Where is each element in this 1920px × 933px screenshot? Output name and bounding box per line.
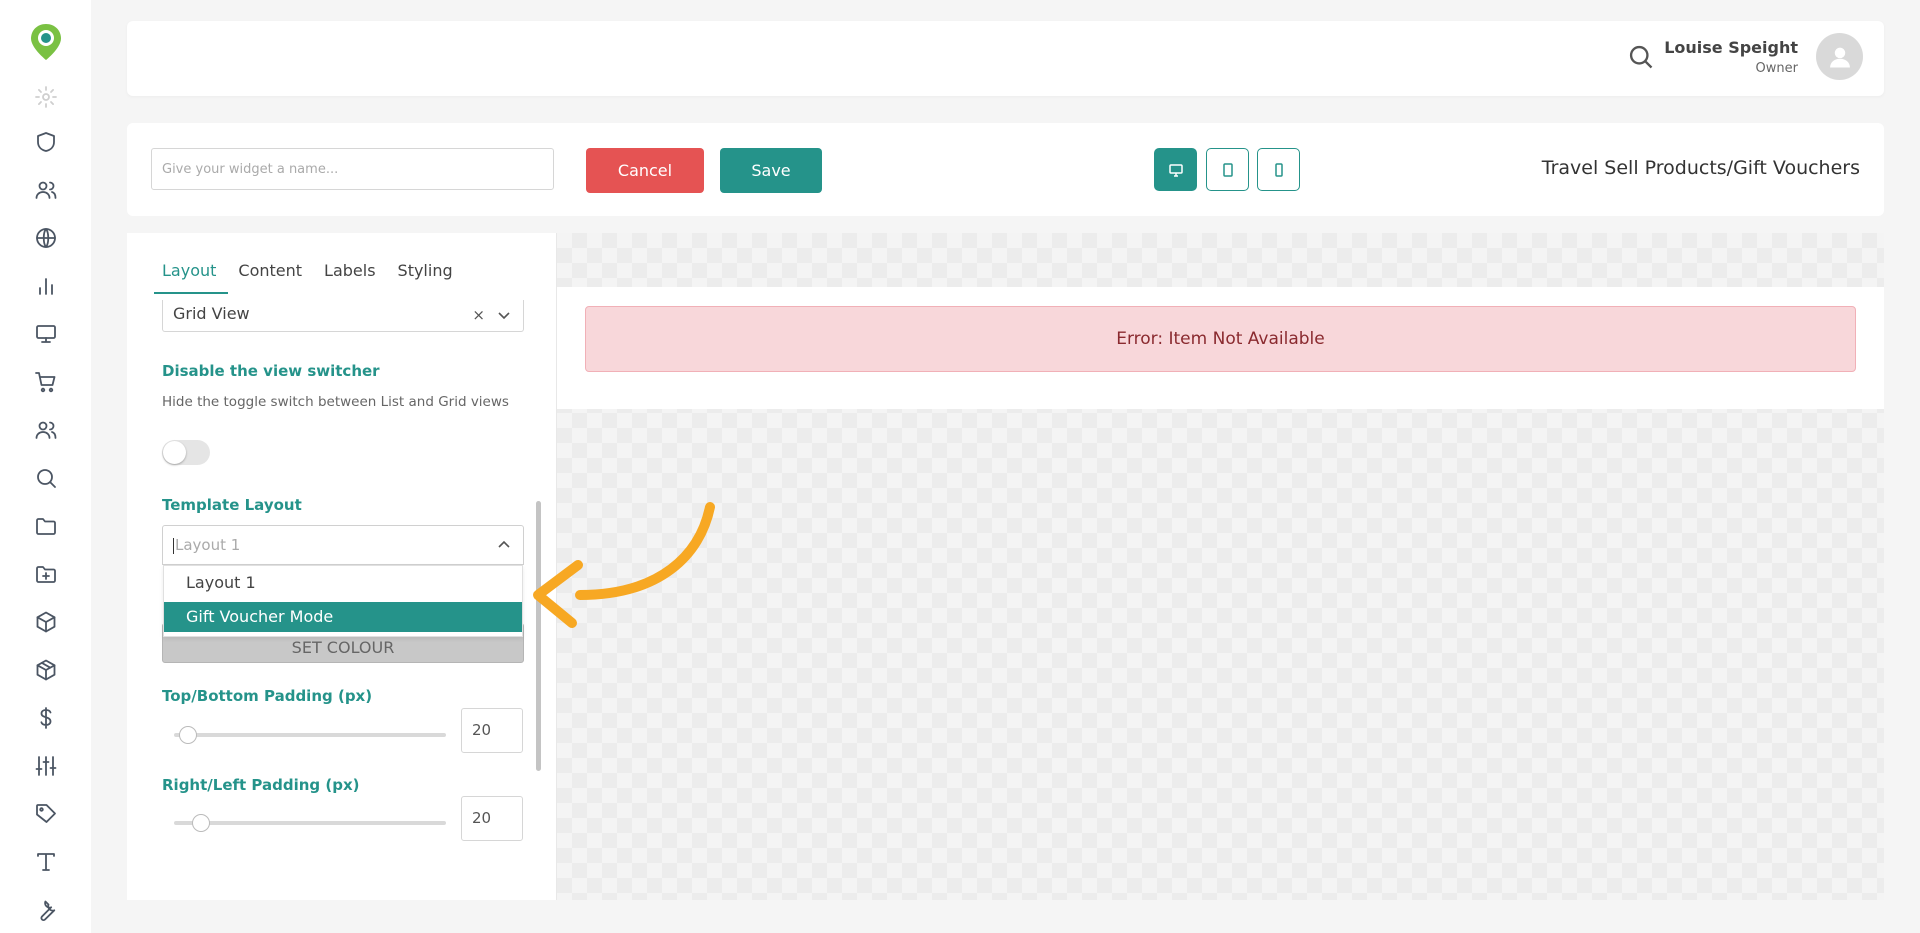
template-layout-label: Template Layout [162, 496, 302, 514]
template-option-gift-voucher-mode[interactable]: Gift Voucher Mode [164, 602, 522, 632]
right-left-padding-slider[interactable] [174, 814, 446, 832]
user-role: Owner [1755, 61, 1798, 76]
right-left-padding-label: Right/Left Padding (px) [162, 776, 360, 794]
top-bottom-padding-slider[interactable] [174, 726, 446, 744]
settings-tabs: Layout Content Labels Styling [153, 261, 475, 294]
text-icon[interactable] [30, 846, 62, 878]
template-layout-dropdown: Layout 1 Gift Voucher Mode [163, 565, 523, 637]
folder-icon[interactable] [30, 510, 62, 542]
widget-name-input[interactable] [151, 148, 554, 190]
template-layout-placeholder: Layout 1 [175, 536, 241, 554]
template-layout-select[interactable]: Layout 1 [162, 525, 524, 565]
user-name: Louise Speight [1664, 38, 1798, 57]
error-alert: Error: Item Not Available [585, 306, 1856, 372]
text-caret [173, 537, 174, 554]
desktop-icon [1168, 163, 1183, 177]
annotation-arrow-icon [533, 502, 715, 628]
tab-styling[interactable]: Styling [398, 261, 453, 294]
desktop-view-button[interactable] [1154, 148, 1197, 191]
template-option-layout-1[interactable]: Layout 1 [164, 571, 522, 596]
cancel-button[interactable]: Cancel [586, 148, 704, 193]
mobile-view-button[interactable] [1257, 148, 1300, 191]
tab-labels[interactable]: Labels [324, 261, 376, 294]
settings-panel: Layout Content Labels Styling Grid View … [127, 233, 557, 900]
widget-type-title: Travel Sell Products/Gift Vouchers [1541, 157, 1860, 179]
top-bottom-slider-thumb[interactable] [179, 726, 198, 744]
right-left-padding-input[interactable]: 20 [461, 796, 523, 841]
app-logo-icon[interactable] [28, 22, 64, 62]
tag-icon[interactable] [30, 798, 62, 830]
wrench-icon[interactable] [30, 894, 62, 926]
customers-icon[interactable] [30, 414, 62, 446]
globe-icon[interactable] [30, 222, 62, 254]
tablet-icon [1222, 162, 1233, 177]
disable-switcher-help: Hide the toggle switch between List and … [162, 394, 509, 410]
monitor-icon[interactable] [30, 318, 62, 350]
sliders-icon[interactable] [30, 750, 62, 782]
tablet-view-button[interactable] [1206, 148, 1249, 191]
mobile-icon [1274, 162, 1283, 177]
default-view-value: Grid View [173, 304, 250, 323]
widget-preview: Error: Item Not Available [557, 233, 1884, 900]
tab-layout[interactable]: Layout [153, 261, 229, 294]
toggle-knob [163, 441, 186, 464]
users-icon[interactable] [30, 174, 62, 206]
search-nav-icon[interactable] [30, 462, 62, 494]
top-bottom-padding-input[interactable]: 20 [461, 708, 523, 753]
default-view-select[interactable]: Grid View × [162, 300, 524, 332]
top-bottom-padding-label: Top/Bottom Padding (px) [162, 687, 373, 705]
cube-icon[interactable] [30, 606, 62, 638]
tab-content[interactable]: Content [238, 261, 302, 294]
chevron-up-icon[interactable] [497, 538, 511, 552]
dollar-icon[interactable] [30, 702, 62, 734]
shield-icon[interactable] [30, 126, 62, 158]
settings-icon[interactable] [30, 81, 62, 113]
package-icon[interactable] [30, 654, 62, 686]
user-avatar-icon [1829, 47, 1850, 67]
disable-switcher-label: Disable the view switcher [162, 362, 380, 380]
sidebar-rail [0, 0, 91, 933]
chevron-down-icon[interactable] [497, 308, 511, 322]
clear-selection-icon[interactable]: × [472, 306, 485, 324]
folder-plus-icon[interactable] [30, 558, 62, 590]
right-left-slider-thumb[interactable] [191, 814, 210, 832]
shopping-cart-icon[interactable] [30, 366, 62, 398]
disable-switcher-toggle[interactable] [162, 440, 210, 465]
top-header: Louise Speight Owner [127, 21, 1884, 96]
save-button[interactable]: Save [720, 148, 822, 193]
widget-toolbar: Cancel Save Travel Sell Products/Gift Vo… [127, 123, 1884, 216]
bar-chart-icon[interactable] [30, 270, 62, 302]
search-icon[interactable] [1627, 43, 1657, 73]
avatar[interactable] [1816, 33, 1863, 80]
